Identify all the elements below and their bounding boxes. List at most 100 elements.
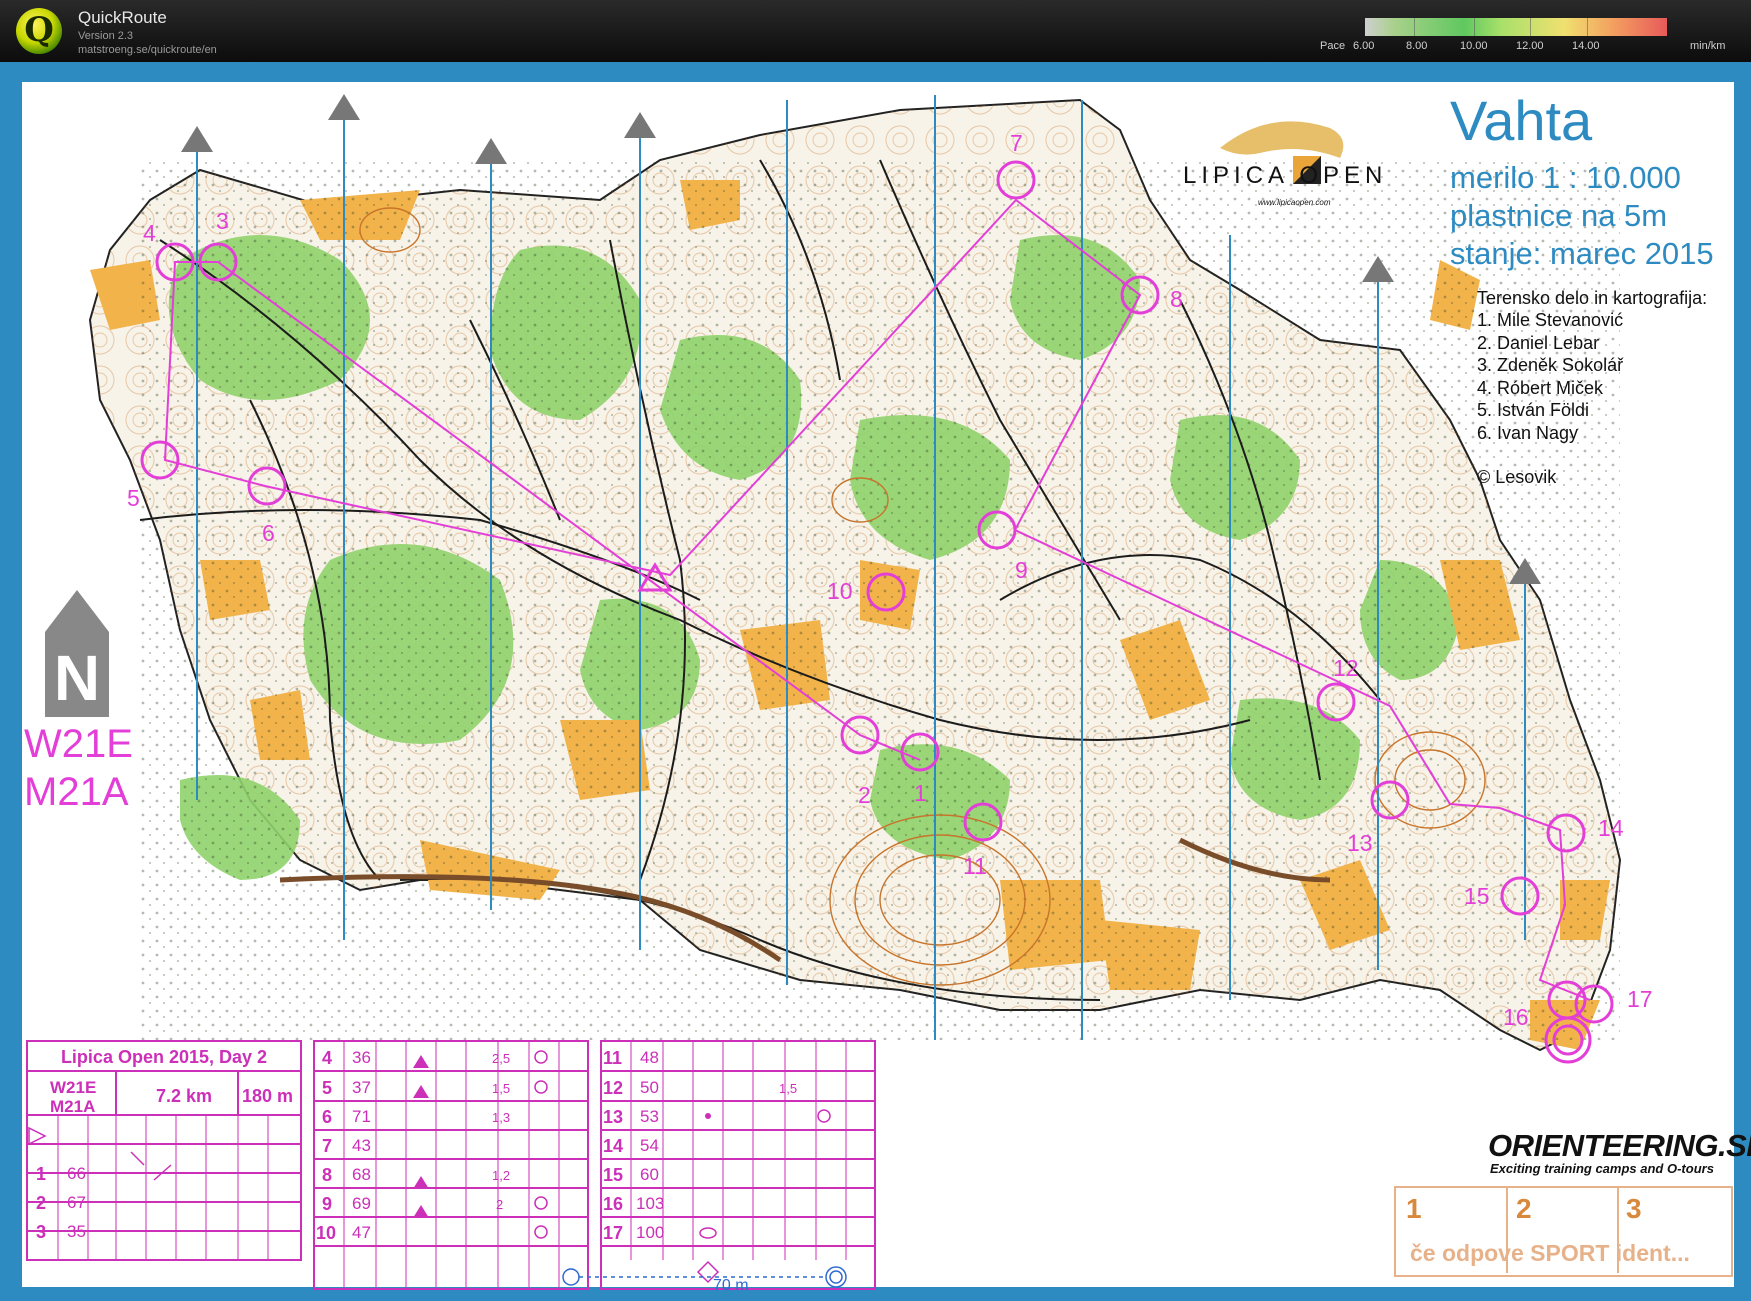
pace-tick-label: 10.00 — [1460, 40, 1488, 52]
control-row-code: 68 — [352, 1165, 371, 1184]
control-row-number: 8 — [322, 1165, 333, 1185]
course-length: 7.2 km — [156, 1086, 213, 1106]
backup-punch-number: 3 — [1626, 1193, 1642, 1224]
control-number: 11 — [963, 853, 987, 879]
control-row-code: 71 — [352, 1107, 371, 1126]
lipica-open-wordmark: LIPICA OPEN — [1183, 162, 1388, 189]
map-scale: merilo 1 : 10.000 — [1450, 160, 1681, 195]
app-name: QuickRoute — [78, 8, 167, 27]
control-row-code: 43 — [352, 1136, 371, 1155]
control-number: 14 — [1598, 815, 1624, 841]
control-row-code: 67 — [67, 1193, 86, 1212]
description-class: M21A — [50, 1097, 96, 1116]
credit-line: 1. Mile Stevanović — [1477, 310, 1624, 330]
credits-heading: Terensko delo in kartografija: — [1477, 288, 1708, 308]
backup-punch-number: 2 — [1516, 1193, 1532, 1224]
credit-line: 4. Róbert Miček — [1477, 378, 1604, 398]
control-number: 3 — [216, 208, 229, 234]
control-row-number: 9 — [322, 1194, 333, 1214]
control-row-number: 11 — [603, 1048, 623, 1068]
credit-line: 5. István Földi — [1477, 400, 1590, 420]
control-number: 6 — [262, 520, 275, 546]
control-number: 2 — [858, 782, 871, 808]
control-row-dimension: 1,5 — [492, 1081, 511, 1096]
pace-tick-label: 6.00 — [1353, 40, 1375, 52]
control-row-code: 35 — [67, 1222, 86, 1241]
control-row-number: 14 — [603, 1136, 624, 1156]
control-row-number: 6 — [322, 1107, 333, 1127]
control-row-number: 3 — [36, 1222, 47, 1242]
control-row-number: 16 — [603, 1194, 624, 1214]
pace-tick-mark — [1474, 18, 1475, 36]
map-title: Vahta — [1450, 89, 1593, 152]
control-row-dimension: 1,2 — [492, 1168, 511, 1183]
control-row-code: 60 — [640, 1165, 659, 1184]
course-climb: 180 m — [242, 1086, 294, 1106]
control-row-dimension: 2,5 — [492, 1051, 511, 1066]
control-row-dimension: 1,5 — [779, 1081, 798, 1096]
app-url: matstroeng.se/quickroute/en — [78, 44, 217, 56]
control-row-number: 13 — [603, 1107, 624, 1127]
control-row-code: 37 — [352, 1078, 371, 1097]
pace-tick-label: 8.00 — [1406, 40, 1428, 52]
control-row-code: 48 — [640, 1048, 659, 1067]
app-header: Q QuickRoute Version 2.3 matstroeng.se/q… — [0, 0, 1751, 62]
control-number: 8 — [1170, 286, 1183, 312]
control-row-number: 7 — [322, 1136, 333, 1156]
pace-tick-label: 14.00 — [1572, 40, 1600, 52]
control-row-code: 47 — [352, 1223, 371, 1242]
map-contour-interval: plastnice na 5m — [1450, 198, 1668, 233]
control-number: 13 — [1347, 830, 1373, 856]
control-number: 1 — [914, 780, 927, 806]
pace-tick-mark — [1414, 18, 1415, 36]
credit-line: 2. Daniel Lebar — [1477, 333, 1600, 353]
control-row-number: 15 — [603, 1165, 624, 1185]
description-class: W21E — [50, 1078, 97, 1097]
control-number: 9 — [1015, 557, 1028, 583]
control-row-code: 66 — [67, 1164, 86, 1183]
control-description-sheet — [26, 1040, 876, 1290]
control-number: 15 — [1464, 883, 1490, 909]
control-number: 10 — [827, 578, 853, 604]
control-number: 4 — [143, 220, 156, 246]
control-number: 17 — [1627, 986, 1653, 1012]
copyright: © Lesovik — [1477, 467, 1557, 487]
pace-tick-mark — [1530, 18, 1531, 36]
control-row-code: 50 — [640, 1078, 659, 1097]
control-row-code: 103 — [636, 1194, 665, 1213]
pace-color-scale — [1365, 18, 1667, 36]
control-row-dimension: 2 — [496, 1197, 504, 1212]
backup-punch-number: 1 — [1406, 1193, 1422, 1224]
pace-tick-label: 12.00 — [1516, 40, 1544, 52]
control-row-number: 12 — [603, 1078, 624, 1098]
north-symbol-icon: N — [45, 590, 109, 717]
orienteering-si-tagline: Exciting training camps and O-tours — [1490, 1161, 1714, 1176]
orienteering-si-logo: ORIENTEERING.SI — [1488, 1128, 1751, 1163]
control-row-code: 54 — [640, 1136, 659, 1155]
pace-unit: min/km — [1690, 40, 1726, 52]
app-version: Version 2.3 — [78, 30, 134, 42]
control-row-number: 4 — [322, 1048, 333, 1068]
control-number: 5 — [127, 485, 140, 511]
credit-line: 3. Zdeněk Sokolář — [1477, 355, 1624, 375]
pace-tick-mark — [1587, 18, 1588, 36]
control-row-number: 5 — [322, 1078, 333, 1098]
control-row-dimension: 1,3 — [492, 1110, 511, 1125]
lipica-open-url: www.lipicaopen.com — [1258, 198, 1331, 207]
course-class-label: W21E M21A — [24, 720, 133, 816]
quickroute-logo-icon: Q — [16, 8, 62, 54]
course-class-line: M21A — [24, 770, 129, 814]
rock-dots-texture — [140, 160, 1620, 1040]
svg-text:N: N — [54, 642, 100, 714]
course-class-line: W21E — [24, 722, 133, 766]
control-number: 7 — [1010, 130, 1023, 156]
control-row-number: 1 — [36, 1164, 47, 1184]
control-number: 16 — [1503, 1004, 1529, 1030]
control-number: 12 — [1333, 655, 1359, 681]
control-row-code: 100 — [636, 1223, 665, 1242]
control-row-code: 53 — [640, 1107, 659, 1126]
control-row-number: 2 — [36, 1193, 47, 1213]
control-row-code: 36 — [352, 1048, 371, 1067]
description-event-title: Lipica Open 2015, Day 2 — [60, 1047, 268, 1067]
sportident-backup-note: če odpove SPORT ident... — [1410, 1240, 1690, 1266]
